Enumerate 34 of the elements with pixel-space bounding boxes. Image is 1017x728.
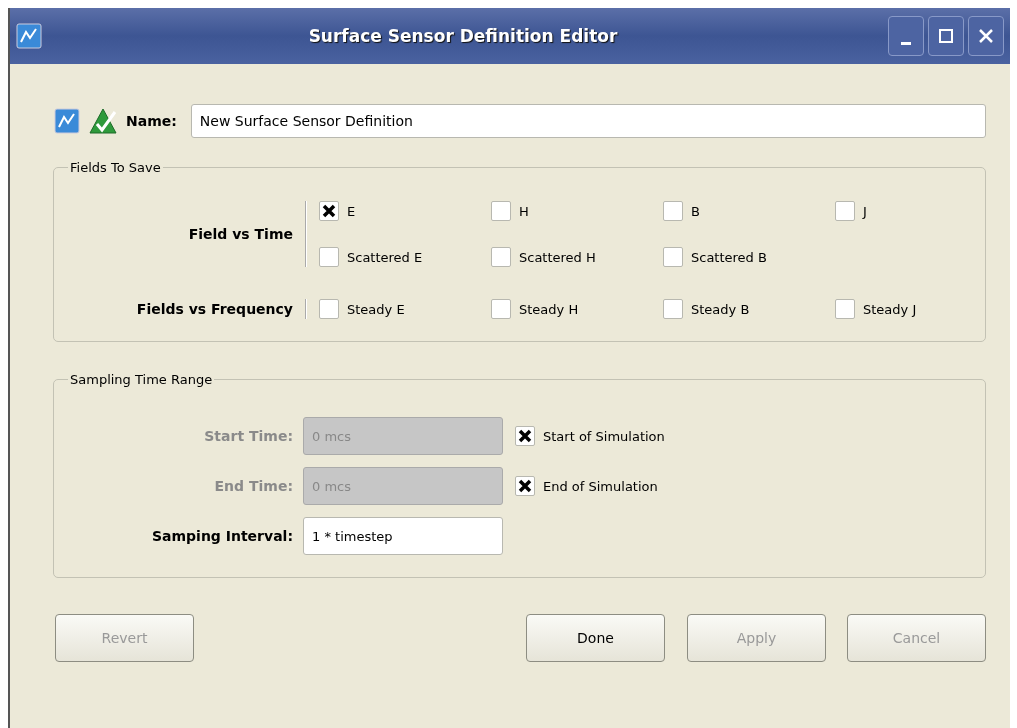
checkbox-option[interactable]: E: [319, 201, 491, 221]
x-mark-icon: [321, 203, 337, 219]
checkbox-option[interactable]: Steady B: [663, 299, 835, 319]
x-mark-icon: [517, 428, 533, 444]
field-label: End Time:: [213, 478, 294, 494]
checkbox-option[interactable]: Scattered E: [319, 247, 491, 267]
chart-icon: [16, 23, 42, 49]
maximize-icon: [938, 28, 954, 44]
group-label: Field vs Time: [187, 226, 294, 242]
checkbox-option[interactable]: Steady E: [319, 299, 491, 319]
name-label: Name:: [126, 113, 177, 129]
checkbox-option[interactable]: Scattered H: [491, 247, 663, 267]
group-label: Fields vs Frequency: [135, 301, 294, 317]
checkbox-option[interactable]: Steady H: [491, 299, 663, 319]
dialog-button[interactable]: Done: [526, 614, 665, 662]
group-title: Sampling Time Range: [69, 372, 214, 387]
x-mark-icon: [517, 478, 533, 494]
name-field[interactable]: New Surface Sensor Definition: [190, 104, 986, 138]
maximize-button[interactable]: [928, 16, 964, 56]
minimize-button[interactable]: [888, 16, 924, 56]
group-title: Fields To Save: [69, 160, 162, 175]
checkbox-option[interactable]: B: [663, 201, 835, 221]
checkbox-option[interactable]: H: [491, 201, 663, 221]
window-title: Surface Sensor Definition Editor: [307, 26, 619, 46]
chart-icon: [54, 108, 80, 134]
input-field[interactable]: 1 * timestep: [303, 517, 503, 555]
checkbox-option[interactable]: Scattered B: [663, 247, 835, 267]
close-button[interactable]: [968, 16, 1004, 56]
field-label: Start Time:: [203, 428, 294, 444]
check-triangle-icon: [88, 107, 118, 135]
field-label: Samping Interval:: [150, 528, 294, 544]
minimize-icon: [901, 41, 911, 45]
checkbox-option[interactable]: Steady J: [835, 299, 917, 319]
close-icon: [978, 28, 994, 44]
